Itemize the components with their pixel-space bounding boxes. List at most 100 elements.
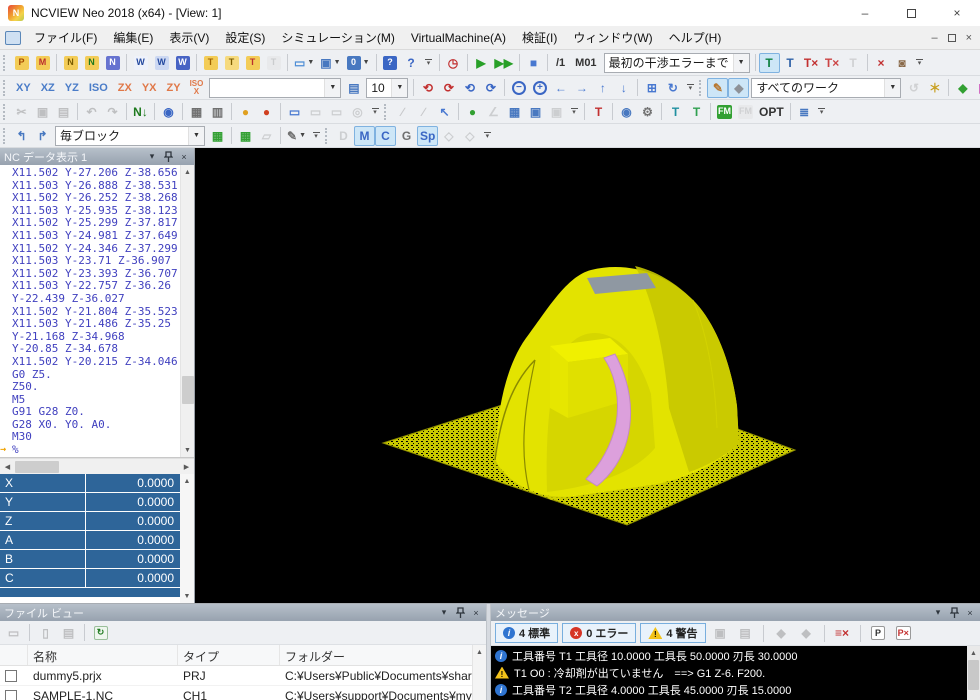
nc-program-window-icon[interactable]: N: [102, 53, 123, 73]
tool-list-icon[interactable]: T: [665, 102, 686, 122]
close-button[interactable]: ×: [934, 0, 980, 26]
find-icon[interactable]: ◉: [158, 102, 179, 122]
nc-line[interactable]: X11.502 Y-20.215 Z-34.046: [0, 356, 180, 369]
file-refresh-icon[interactable]: ↻: [90, 623, 111, 643]
toolbar-grip[interactable]: [3, 80, 7, 96]
print-preview-icon[interactable]: ▥: [207, 102, 228, 122]
maximize-button[interactable]: [888, 0, 934, 26]
nc-line[interactable]: Z50.: [0, 381, 180, 394]
simulation-viewport[interactable]: [195, 148, 980, 603]
chevron-down-icon[interactable]: ▼: [324, 79, 340, 97]
file-panel-pin-icon[interactable]: [454, 607, 466, 619]
view-iso-button[interactable]: ISO: [84, 82, 113, 94]
toolbar-overflow-icon[interactable]: ▾: [685, 84, 695, 91]
code-d-icon[interactable]: D: [333, 126, 354, 146]
column-folder[interactable]: フォルダー: [280, 645, 486, 665]
monitor-display-icon[interactable]: ▣: [525, 102, 546, 122]
nc-line[interactable]: →%: [0, 444, 180, 457]
paint-workpiece-icon[interactable]: ✎: [707, 78, 728, 98]
nc-vscroll-thumb[interactable]: [182, 376, 194, 404]
nc-vertical-scrollbar[interactable]: ▲ ▼: [180, 165, 194, 457]
file-new-list-icon[interactable]: ▭: [3, 623, 24, 643]
fm-data-2-icon[interactable]: FM: [735, 102, 756, 122]
workpiece-combo[interactable]: すべてのワーク▼: [751, 78, 901, 98]
gauge-icon[interactable]: ◉: [616, 102, 637, 122]
step-return-icon[interactable]: ↰: [11, 126, 32, 146]
nc-line[interactable]: X11.503 Y-23.71 Z-36.907: [0, 255, 180, 268]
code-c-icon[interactable]: C: [375, 126, 396, 146]
simulation-stop-icon[interactable]: ■: [523, 53, 544, 73]
nc-panel-menu-icon[interactable]: ▾: [146, 151, 158, 163]
pan-down-icon[interactable]: ↓: [613, 78, 634, 98]
message-row[interactable]: i工具番号 T2 工具径 4.0000 工具長 45.0000 刃長 15.00…: [491, 681, 980, 698]
code-g-icon[interactable]: G: [396, 126, 417, 146]
message-panel-menu-icon[interactable]: ▾: [932, 607, 944, 619]
cut-icon[interactable]: ✂: [11, 102, 32, 122]
message-pause-icon[interactable]: P: [868, 623, 889, 643]
file-row[interactable]: SAMPLE-1.NCCH1C:¥Users¥support¥Documents…: [0, 686, 486, 700]
nc-line[interactable]: X11.503 Y-24.981 Z-37.649: [0, 230, 180, 243]
rotate-z-plus-icon[interactable]: ⟳: [480, 78, 501, 98]
chevron-down-icon[interactable]: ▼: [733, 54, 749, 72]
measure-edge-icon[interactable]: ∕: [413, 102, 434, 122]
tool-sync-icon[interactable]: T: [843, 53, 864, 73]
copy-icon[interactable]: ▣: [32, 102, 53, 122]
message-save-icon[interactable]: ▤: [735, 623, 756, 643]
nc-line[interactable]: X11.503 Y-21.486 Z-35.25: [0, 318, 180, 331]
result-table-icon[interactable]: ▦: [504, 102, 525, 122]
pitch-grid-icon[interactable]: ▦: [973, 78, 980, 98]
measure-distance-icon[interactable]: ●: [462, 102, 483, 122]
nc-jump-icon[interactable]: N↓: [130, 102, 151, 122]
file-table-scrollbar[interactable]: ▲: [472, 645, 486, 700]
word-template-icon[interactable]: W: [151, 53, 172, 73]
column-type[interactable]: タイプ: [178, 645, 280, 665]
view-xy-button[interactable]: XY: [11, 82, 36, 94]
step-over-icon[interactable]: ↱: [32, 126, 53, 146]
pointer-coordinate-icon[interactable]: ↖: [434, 102, 455, 122]
tool-display-icon[interactable]: T: [588, 102, 609, 122]
scroll-up-icon[interactable]: ▲: [473, 645, 486, 659]
toolbar-grip[interactable]: [3, 128, 7, 144]
append-nc-file-icon[interactable]: N: [81, 53, 102, 73]
view-yz-button[interactable]: YZ: [60, 82, 84, 94]
toolbar-overflow-icon[interactable]: ▾: [482, 132, 492, 139]
scroll-up-icon[interactable]: ▲: [967, 646, 980, 660]
save-view-icon[interactable]: ▤: [343, 78, 364, 98]
message-row[interactable]: i工具番号 T1 工具径 10.0000 工具長 50.0000 刃長 30.0…: [491, 647, 980, 664]
zoom-in-icon[interactable]: +: [529, 78, 550, 98]
nc-line[interactable]: G91 G28 Z0.: [0, 406, 180, 419]
menu-item-5[interactable]: VirtualMachine(A): [403, 26, 514, 50]
rotate-view-icon[interactable]: ↻: [662, 78, 683, 98]
toolbar-overflow-icon[interactable]: ▾: [915, 59, 925, 66]
chevron-down-icon[interactable]: ▼: [391, 79, 407, 97]
message-copy-icon[interactable]: ▣: [710, 623, 731, 643]
file-checkbox[interactable]: [5, 670, 17, 682]
rotate-x-minus-icon[interactable]: ⟲: [417, 78, 438, 98]
menu-item-4[interactable]: シミュレーション(M): [273, 26, 403, 50]
toolbar-grip[interactable]: [3, 55, 7, 71]
coin-icon[interactable]: ●: [235, 102, 256, 122]
nc-reload-all-icon[interactable]: ▦: [235, 126, 256, 146]
machine-setting-icon[interactable]: ⚙: [637, 102, 658, 122]
message-clear-icon[interactable]: ≡×: [832, 623, 853, 643]
tool-file-append-icon[interactable]: T: [221, 53, 242, 73]
toolbar-overflow-icon[interactable]: ▾: [424, 59, 434, 66]
menu-item-3[interactable]: 設定(S): [217, 26, 273, 50]
compare-model-icon[interactable]: ◆: [952, 78, 973, 98]
chevron-down-icon[interactable]: ▼: [334, 59, 341, 66]
paste-icon[interactable]: ▤: [53, 102, 74, 122]
fm-data-icon[interactable]: FM: [714, 102, 735, 122]
coin-remove-icon[interactable]: ●: [256, 102, 277, 122]
nc-line[interactable]: X11.502 Y-27.206 Z-38.656: [0, 167, 180, 180]
simulation-start-icon[interactable]: ▶: [471, 53, 492, 73]
mdi-restore-button[interactable]: [948, 34, 956, 42]
draw-mode-icon[interactable]: ✎▼: [284, 126, 309, 146]
mdi-close-button[interactable]: ×: [966, 32, 972, 44]
menu-item-1[interactable]: 編集(E): [105, 26, 161, 50]
nc-line[interactable]: Y-22.439 Z-36.027: [0, 293, 180, 306]
view-xz-button[interactable]: XZ: [36, 82, 60, 94]
mdi-system-icon[interactable]: [5, 31, 21, 45]
skip-back-icon[interactable]: ◇: [438, 126, 459, 146]
chevron-down-icon[interactable]: ▼: [307, 59, 314, 66]
file-row[interactable]: dummy5.prjxPRJC:¥Users¥Public¥Documents¥…: [0, 666, 486, 686]
